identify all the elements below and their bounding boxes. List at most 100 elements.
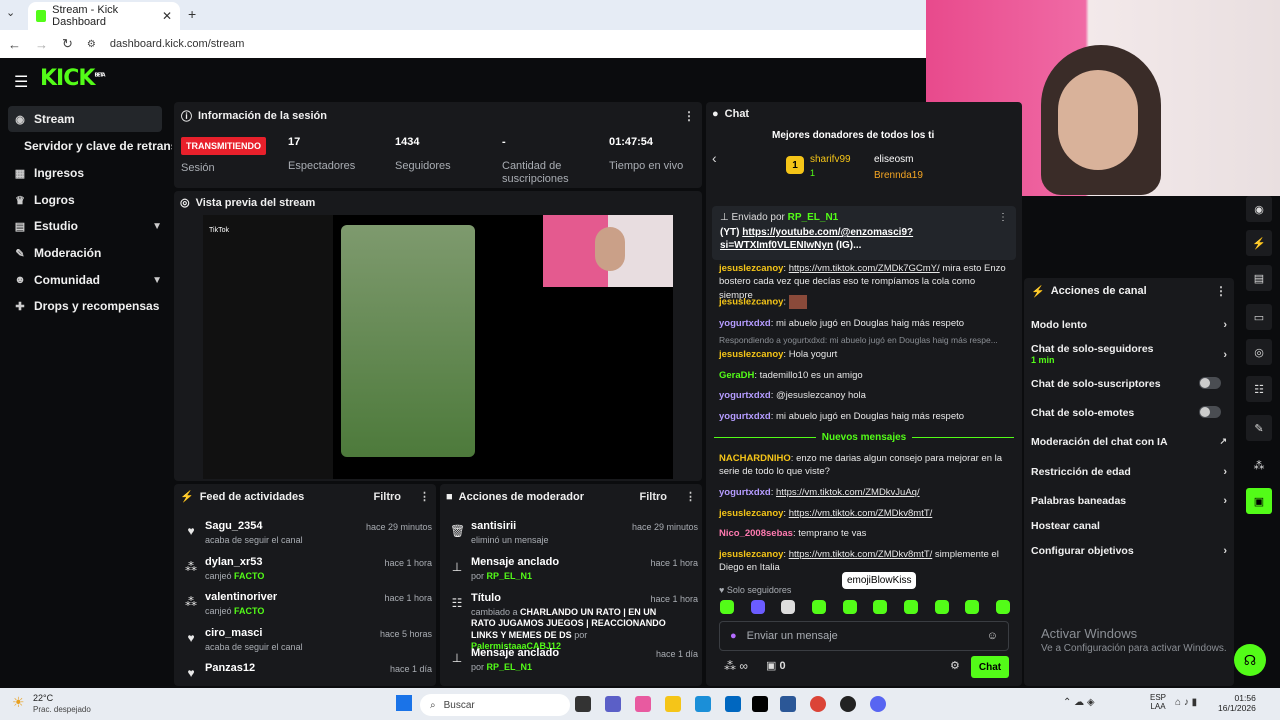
points-icon[interactable]: ⁂	[1246, 452, 1272, 478]
action-slow-mode[interactable]: Modo lento ›	[1031, 319, 1227, 331]
avatar[interactable]: ▣	[1246, 488, 1272, 514]
channel-points-icon[interactable]: ⁂ ∞	[724, 659, 748, 673]
url-field[interactable]: dashboard.kick.com/stream	[110, 38, 245, 50]
broadcast-icon[interactable]: ◎	[1246, 339, 1272, 365]
forward-icon[interactable]: →	[35, 37, 48, 52]
chevron-left-icon[interactable]: ‹	[712, 150, 717, 166]
bolt-icon[interactable]: ⚡	[1246, 230, 1272, 256]
shield-icon: ■	[446, 490, 453, 503]
emote-icon[interactable]	[934, 600, 949, 614]
discord-icon[interactable]	[870, 696, 886, 712]
file-explorer-icon[interactable]	[665, 696, 681, 712]
reload-icon[interactable]: ↻	[62, 36, 73, 52]
sidebar-item-comunidad[interactable]: ☻ Comunidad ▼	[8, 267, 162, 293]
camera-icon[interactable]: ◉	[1246, 196, 1272, 222]
layout-icon[interactable]: ☷	[1246, 376, 1272, 402]
action-host-channel[interactable]: Hostear canal	[1031, 520, 1227, 532]
weather-desc[interactable]: Prac. despejado	[33, 705, 91, 714]
sidebar-item-logros[interactable]: ♛ Logros	[8, 187, 162, 213]
chrome-icon[interactable]	[810, 696, 826, 712]
stream-preview-video[interactable]: TikTok	[203, 215, 673, 479]
app-icon[interactable]	[780, 696, 796, 712]
chat-message: yogurtxdxd: mi abuelo jugó en Douglas ha…	[719, 411, 965, 422]
sidebar-item-moderacion[interactable]: ✎ Moderación	[8, 240, 162, 266]
emote-icon[interactable]	[750, 600, 765, 614]
info-icon: ⓘ	[181, 111, 192, 123]
emote-image	[788, 295, 807, 309]
copilot-icon[interactable]	[635, 696, 651, 712]
kick-logo[interactable]: KICKBETA	[40, 66, 106, 91]
action-configure-goals[interactable]: Configurar objetivos ›	[1031, 545, 1227, 557]
action-ai-moderation[interactable]: Moderación del chat con IA ↗	[1031, 436, 1227, 448]
browser-tab[interactable]: Stream - Kick Dashboard ✕	[28, 2, 180, 30]
windows-start-icon[interactable]	[396, 695, 412, 711]
more-options-icon[interactable]: ⋮	[998, 212, 1008, 223]
more-options-icon[interactable]: ⋮	[419, 490, 430, 503]
send-chat-button[interactable]: Chat	[971, 656, 1009, 678]
sidebar-item-ingresos[interactable]: ▦ Ingresos	[8, 160, 162, 186]
action-followers-only[interactable]: Chat de solo-seguidores 1 min ›	[1031, 343, 1227, 365]
edge-icon[interactable]	[695, 696, 711, 712]
weather-icon[interactable]: ☀	[12, 694, 25, 711]
sidebar-item-stream[interactable]: ◉ Stream	[8, 106, 162, 132]
chevron-down-icon: ▼	[152, 220, 162, 232]
pinned-message[interactable]: ⊥ Enviado por RP_EL_N1 ⋮ (YT) https://you…	[712, 206, 1016, 260]
more-options-icon[interactable]: ⋮	[1215, 284, 1227, 298]
emote-icon[interactable]	[965, 600, 980, 614]
close-tab-icon[interactable]: ✕	[162, 9, 172, 23]
tab-list-icon[interactable]: ⌄	[6, 6, 15, 19]
sidebar-item-estudio[interactable]: ▤ Estudio ▼	[8, 213, 162, 239]
obs-icon[interactable]	[840, 696, 856, 712]
gift-icon: ✚	[15, 300, 25, 313]
emote-icon[interactable]	[720, 600, 734, 614]
taskbar-search[interactable]: ⌕ Buscar	[420, 694, 570, 716]
mod-filter-button[interactable]: Filtro	[640, 491, 668, 503]
network-volume-icons[interactable]: ⌂ ♪ ▮	[1175, 697, 1197, 708]
emote-blowkiss-icon[interactable]	[873, 600, 888, 614]
weather-temp[interactable]: 22°C	[33, 693, 53, 703]
site-info-icon[interactable]: ⚙	[87, 39, 96, 50]
more-options-icon[interactable]: ⋮	[685, 490, 696, 503]
emote-icon[interactable]	[811, 600, 826, 614]
action-age-restriction[interactable]: Restricción de edad ›	[1031, 466, 1227, 478]
emote-icon[interactable]	[903, 600, 918, 614]
more-options-icon[interactable]: ⋮	[683, 109, 695, 123]
back-icon[interactable]: ←	[8, 37, 21, 52]
menu-icon[interactable]: ☰	[14, 72, 28, 92]
chat-bubble-icon[interactable]: ▭	[1246, 304, 1272, 330]
feed-filter-button[interactable]: Filtro	[374, 491, 402, 503]
stat-followers: 1434 Seguidores	[395, 136, 451, 172]
address-bar: ← → ↻ ⚙ dashboard.kick.com/stream	[0, 30, 926, 58]
emote-icon[interactable]	[995, 600, 1010, 614]
pin-icon: ⊥	[451, 651, 463, 665]
emoji-icon[interactable]: ☺	[987, 630, 998, 642]
chat-message: Nico_2008sebas: temprano te vas	[719, 528, 867, 539]
emote-icon[interactable]	[842, 600, 857, 614]
sidebar-item-drops[interactable]: ✚ Drops y recompensas	[8, 293, 162, 319]
external-link-icon: ↗	[1219, 436, 1227, 446]
tray-icons[interactable]: ⌃ ☁ ◈	[1063, 697, 1095, 708]
clock[interactable]: 01:56 16/1/2026	[1218, 693, 1256, 713]
chat-message: yogurtxdxd: @jesuslezcanoy hola	[719, 390, 866, 401]
toggle-switch[interactable]	[1199, 377, 1221, 389]
teams-icon[interactable]	[605, 696, 621, 712]
microphone-icon[interactable]: ●	[730, 630, 737, 642]
task-view-icon[interactable]	[575, 696, 591, 712]
tiktok-icon[interactable]	[752, 696, 768, 712]
emote-tooltip: emojiBlowKiss	[842, 572, 917, 589]
toggle-switch[interactable]	[1199, 406, 1221, 418]
action-subscribers-only[interactable]: Chat de solo-suscriptores	[1031, 377, 1227, 390]
action-emotes-only[interactable]: Chat de solo-emotes	[1031, 406, 1227, 419]
chat-input[interactable]: ● Enviar un mensaje ☺	[719, 621, 1009, 651]
document-icon[interactable]: ▤	[1246, 265, 1272, 291]
new-tab-button[interactable]: +	[188, 6, 196, 22]
wrench-icon[interactable]: ✎	[1246, 415, 1272, 441]
chat-settings-icon[interactable]: ⚙	[950, 659, 960, 672]
action-banned-words[interactable]: Palabras baneadas ›	[1031, 495, 1227, 507]
support-headset-icon[interactable]: ☊	[1234, 644, 1266, 676]
store-icon[interactable]	[725, 696, 741, 712]
language-indicator[interactable]: ESP LAA	[1150, 693, 1166, 711]
sidebar-item-server-key[interactable]: Servidor y clave de retransm	[18, 133, 172, 159]
emote-icon[interactable]	[781, 600, 796, 614]
chat-message: jesuslezcanoy: https://vm.tiktok.com/ZMD…	[719, 549, 999, 574]
